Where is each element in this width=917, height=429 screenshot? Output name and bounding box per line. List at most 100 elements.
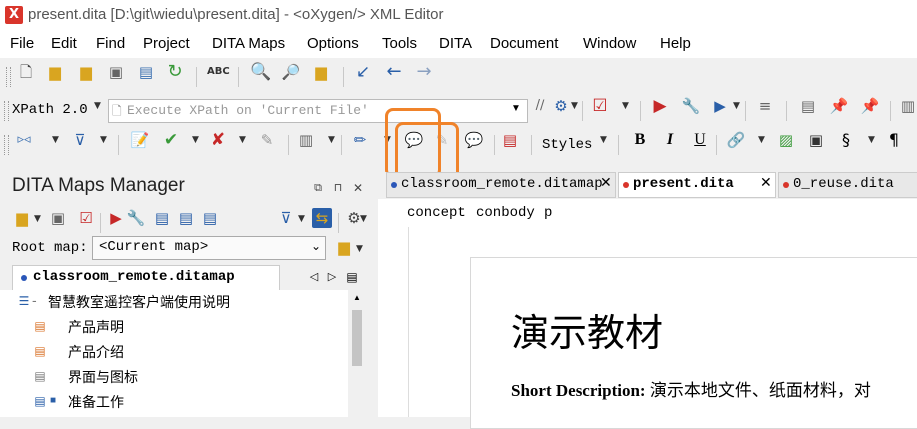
underline-button[interactable]: U: [690, 130, 710, 150]
italic-button[interactable]: I: [660, 130, 680, 150]
forward-icon[interactable]: →: [414, 62, 434, 82]
toolbar-grip[interactable]: [4, 101, 9, 121]
find-in-files-icon[interactable]: 🔎: [281, 62, 301, 82]
menu-window[interactable]: Window: [583, 35, 636, 52]
document-page[interactable]: 演示教材 Short Description: 演示本地文件、纸面材料，对: [470, 257, 917, 429]
chevron-down-icon[interactable]: ▼: [328, 135, 335, 145]
chevron-down-icon[interactable]: ▼: [94, 101, 101, 111]
link-icon[interactable]: 🔗: [726, 130, 746, 150]
link-with-editor-icon[interactable]: ⇆: [312, 208, 332, 228]
tree-item[interactable]: ▤ 产品声明: [0, 315, 350, 339]
spellcheck-icon[interactable]: ABC: [207, 62, 230, 82]
close-icon[interactable]: ✕: [760, 175, 772, 191]
chevron-down-icon[interactable]: ▼: [298, 214, 305, 224]
configure-transform-icon[interactable]: 🔧: [126, 208, 146, 228]
chevron-down-icon[interactable]: ▼: [600, 135, 607, 145]
chevron-down-icon[interactable]: ▼: [52, 135, 59, 145]
insert-image-icon[interactable]: ▨: [776, 130, 796, 150]
tree-item[interactable]: ▤ 界面与图标: [0, 365, 350, 389]
doc-title[interactable]: 演示教材: [511, 302, 663, 357]
menu-edit[interactable]: Edit: [51, 35, 77, 52]
chevron-down-icon[interactable]: ▼: [34, 214, 41, 224]
breadcrumb-item[interactable]: conbody: [476, 205, 535, 221]
scroll-up-icon[interactable]: ▲: [353, 293, 361, 302]
styles-dropdown[interactable]: Styles: [542, 137, 592, 153]
reload-icon[interactable]: ↻: [165, 62, 185, 82]
chevron-down-icon[interactable]: ▼: [360, 214, 367, 224]
configure-transform-icon[interactable]: 🔧: [681, 96, 701, 116]
tree-item[interactable]: ☰ - 智慧教室遥控客户端使用说明: [0, 290, 350, 314]
xpath-input[interactable]: 🗋 Execute XPath on 'Current File' ▼: [108, 99, 528, 123]
transform-icon[interactable]: ▶: [106, 208, 126, 228]
new-file-icon[interactable]: 🗋: [16, 62, 36, 82]
manage-comments-icon[interactable]: ▤: [500, 130, 520, 150]
tab-classroom-remote[interactable]: classroom_remote.ditamap ✕: [386, 172, 616, 198]
editor-area[interactable]: concept conbody p 演示教材 Short Description…: [378, 199, 917, 429]
menu-find[interactable]: Find: [96, 35, 125, 52]
regex-icon[interactable]: /∕: [530, 96, 550, 116]
close-icon[interactable]: ✕: [600, 175, 612, 191]
chevron-down-icon[interactable]: ▼: [239, 135, 246, 145]
chevron-down-icon[interactable]: ▼: [571, 101, 578, 111]
menu-document[interactable]: Document: [490, 35, 558, 52]
close-icon[interactable]: ✕: [348, 178, 368, 198]
open-folder-icon[interactable]: ▆: [12, 208, 32, 228]
gear-icon[interactable]: ⚙: [551, 96, 571, 116]
scroll-thumb[interactable]: [352, 310, 362, 366]
pin-icon[interactable]: ⊓: [328, 178, 348, 198]
tab-scroll-left-icon[interactable]: ◁: [304, 267, 324, 287]
tab-scroll-right-icon[interactable]: ▷: [322, 267, 342, 287]
remove-comment-icon[interactable]: 💬: [464, 130, 484, 150]
track-changes-icon[interactable]: 📝: [130, 130, 150, 150]
filter-icon[interactable]: ⊽: [70, 130, 90, 150]
comment-change-icon[interactable]: ✎: [257, 130, 277, 150]
xpath-version-selector[interactable]: XPath 2.0: [12, 102, 88, 118]
export-map-icon[interactable]: ▤: [200, 208, 220, 228]
tab-present[interactable]: present.dita ✕: [618, 172, 776, 198]
tree-scrollbar[interactable]: ▲: [348, 290, 366, 417]
tab-0-reuse[interactable]: 0_reuse.dita: [778, 172, 917, 198]
print-icon[interactable]: ▤: [136, 62, 156, 82]
chevron-down-icon[interactable]: ▼: [733, 101, 740, 111]
browse-folder-icon[interactable]: ▆: [334, 237, 354, 257]
oxygen-app-icon[interactable]: X: [5, 6, 23, 24]
chevron-down-icon[interactable]: ▼: [758, 135, 765, 145]
filter-icon[interactable]: ⊽: [276, 208, 296, 228]
chevron-down-icon[interactable]: ▼: [192, 135, 199, 145]
format-indent-icon[interactable]: ≡: [755, 96, 775, 116]
insert-section-button[interactable]: §: [836, 130, 856, 150]
chevron-down-icon[interactable]: ▼: [356, 244, 363, 254]
goto-last-edit-icon[interactable]: ↙: [353, 62, 373, 82]
menu-project[interactable]: Project: [143, 35, 190, 52]
chevron-down-icon[interactable]: ▼: [100, 135, 107, 145]
breadcrumb-item[interactable]: concept: [407, 205, 466, 221]
refactor-icon[interactable]: ▤: [152, 208, 172, 228]
menu-help[interactable]: Help: [660, 35, 691, 52]
chevron-down-icon[interactable]: ▼: [868, 135, 875, 145]
pin-green-icon[interactable]: 📌: [860, 96, 880, 116]
open-map-in-editor-icon[interactable]: ▤: [176, 208, 196, 228]
chevron-down-icon[interactable]: ▼: [622, 101, 629, 111]
reject-change-icon[interactable]: ✘: [208, 130, 228, 150]
menu-tools[interactable]: Tools: [382, 35, 417, 52]
restore-icon[interactable]: ⧉: [308, 178, 328, 198]
debug-transform-icon[interactable]: ▶: [710, 96, 730, 116]
manage-changes-icon[interactable]: ▥: [296, 130, 316, 150]
validate-icon[interactable]: ☑: [590, 96, 610, 116]
tags-display-icon[interactable]: ▹◃: [14, 130, 34, 150]
transform-icon[interactable]: ▶: [650, 96, 670, 116]
chevron-down-icon[interactable]: ⌄: [311, 239, 321, 253]
tab-list-icon[interactable]: ▤: [342, 267, 362, 287]
map-tab[interactable]: classroom_remote.ditamap: [12, 265, 280, 290]
menu-options[interactable]: Options: [307, 35, 359, 52]
open-folder-icon[interactable]: ▆: [45, 62, 65, 82]
toolbar-grip[interactable]: [6, 67, 11, 87]
menu-dita[interactable]: DITA: [439, 35, 472, 52]
menu-dita-maps[interactable]: DITA Maps: [212, 35, 285, 52]
book-icon[interactable]: ▥: [898, 96, 917, 116]
insert-media-icon[interactable]: ▣: [806, 130, 826, 150]
save-icon[interactable]: ▣: [48, 208, 68, 228]
find-in-folder-icon[interactable]: ▆: [311, 62, 331, 82]
save-icon[interactable]: ▣: [106, 62, 126, 82]
chevron-down-icon[interactable]: ▼: [511, 103, 521, 114]
